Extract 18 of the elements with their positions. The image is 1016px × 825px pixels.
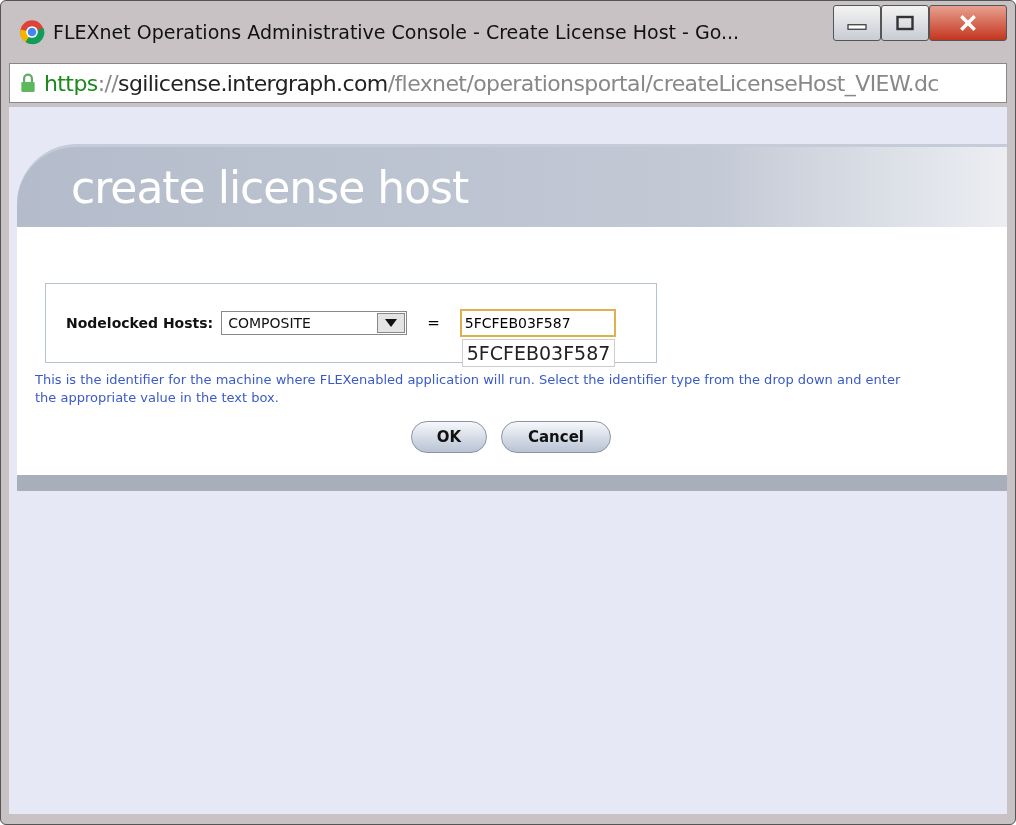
lock-icon [20, 73, 36, 93]
maximize-icon [893, 15, 917, 31]
maximize-button[interactable] [881, 5, 929, 41]
ok-button[interactable]: OK [411, 421, 487, 453]
field-label: Nodelocked Hosts: [66, 315, 214, 331]
help-text: This is the identifier for the machine where FLEXenabled application will run. Select the identifier type from the drop down and enter the appropriate value in the text box. [35, 371, 902, 407]
close-button[interactable] [929, 5, 1007, 41]
autocomplete-suggestion[interactable]: 5FCFEB03F587 [461, 339, 616, 367]
page-heading: create license host [71, 161, 469, 213]
minimize-icon [847, 24, 867, 30]
equals-sign: = [427, 314, 440, 332]
cancel-button[interactable]: Cancel [501, 421, 611, 453]
browser-logo-icon [19, 19, 45, 45]
host-id-input[interactable]: 5FCFEB03F587 [459, 309, 616, 337]
window-title: FLEXnet Operations Administrative Console - Create License Host - Go... [53, 21, 740, 43]
address-bar[interactable]: https://sgilicense.intergraph.com/flexnet/operationsportal/createLicenseHost_VIEW.dc [9, 63, 1007, 103]
minimize-button[interactable] [833, 5, 881, 41]
host-type-select[interactable]: COMPOSITE [221, 311, 408, 335]
